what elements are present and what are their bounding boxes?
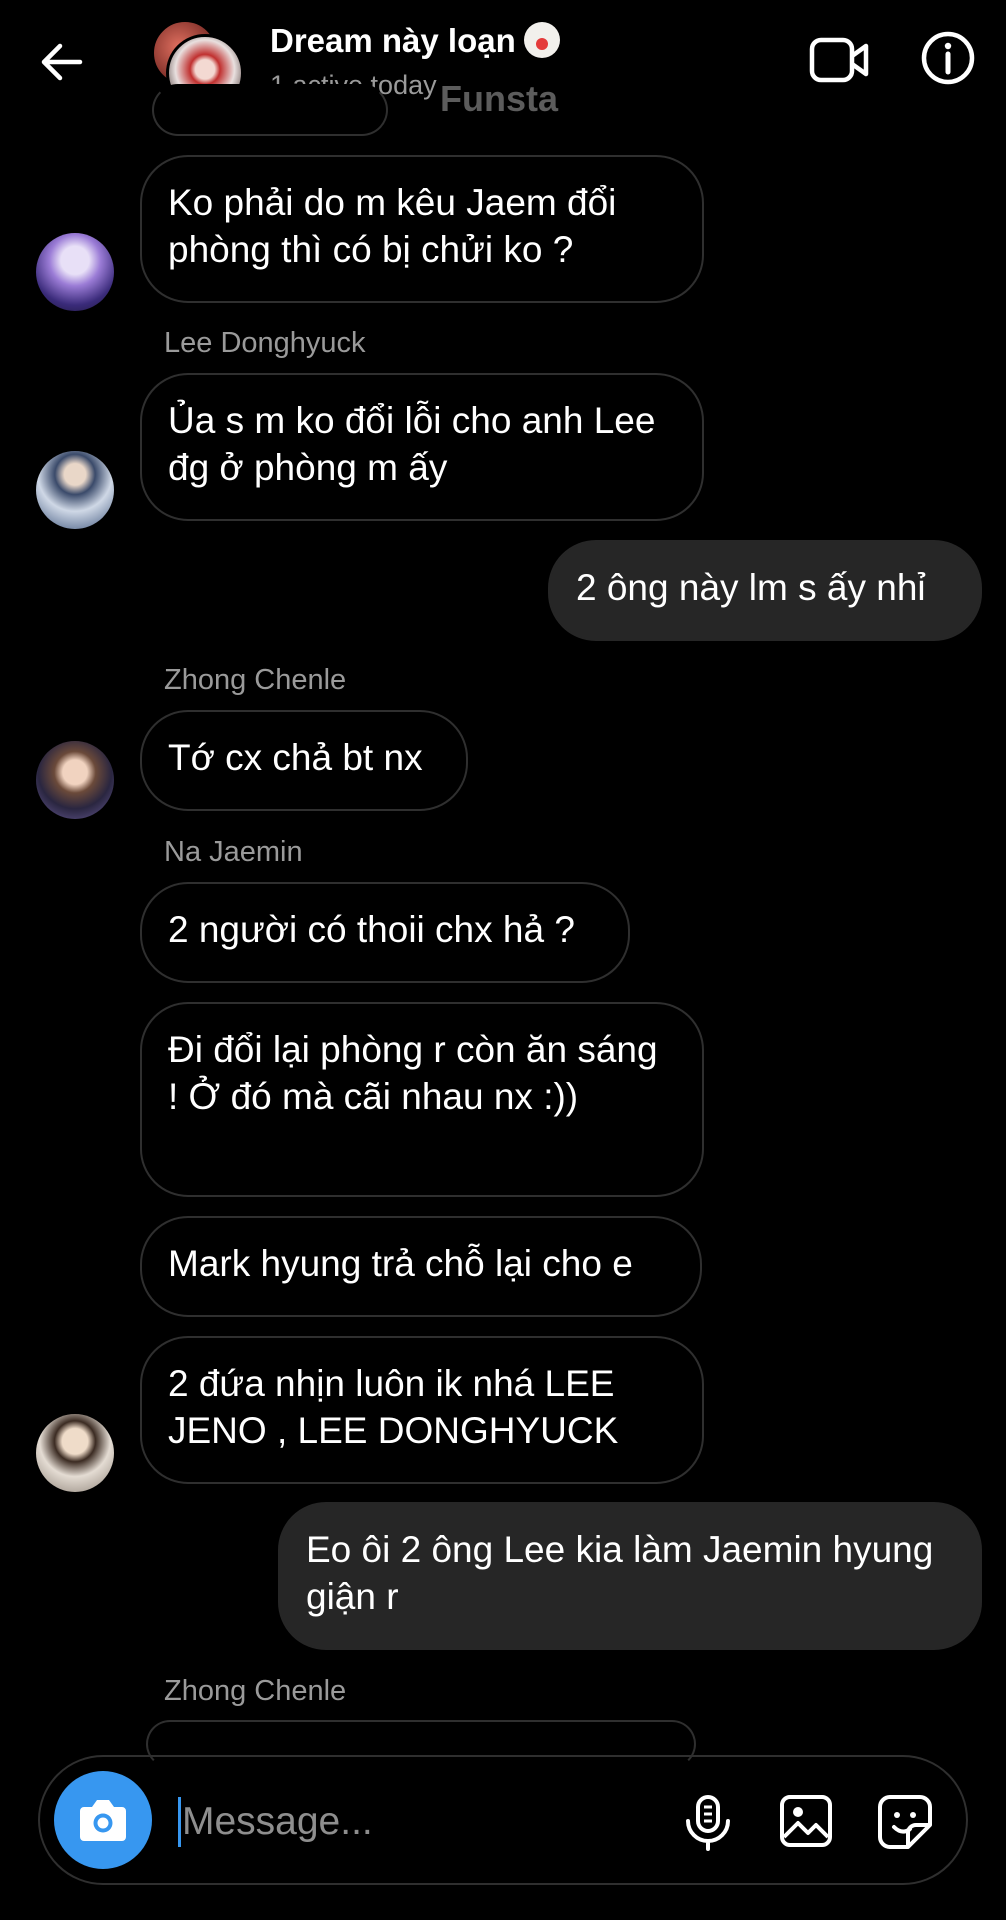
camera-button[interactable] — [54, 1771, 152, 1869]
sender-name: Lee Donghyuck — [164, 327, 366, 359]
microphone-icon[interactable] — [680, 1793, 736, 1853]
message-bubble-outgoing[interactable]: Eo ôi 2 ông Lee kia làm Jaemin hyung giậ… — [278, 1502, 982, 1650]
sticker-icon[interactable] — [876, 1793, 934, 1851]
message-text: Mark hyung trả chỗ lại cho e — [168, 1243, 633, 1284]
message-bubble[interactable]: 2 người có thoii chx hả ? — [140, 882, 630, 983]
message-bubble-outgoing[interactable]: 2 ông này lm s ấy nhỉ — [548, 540, 982, 641]
message-text: 2 người có thoii chx hả ? — [168, 909, 575, 950]
camera-icon — [80, 1800, 126, 1841]
arrow-left-icon[interactable] — [34, 34, 90, 90]
avatar[interactable] — [36, 741, 114, 819]
message-bubble[interactable]: Đi đổi lại phòng r còn ăn sáng ! Ở đó mà… — [140, 1002, 704, 1197]
message-text: Ko phải do m kêu Jaem đổi phòng thì có b… — [168, 182, 617, 270]
info-icon[interactable] — [920, 30, 976, 86]
message-text: Tớ cx chả bt nx — [168, 737, 423, 778]
message-input[interactable] — [180, 1779, 704, 1865]
message-text: Eo ôi 2 ông Lee kia làm Jaemin hyung giậ… — [306, 1529, 934, 1617]
sender-name: Zhong Chenle — [164, 1675, 347, 1707]
message-bubble[interactable] — [152, 84, 388, 136]
message-composer — [38, 1755, 968, 1885]
message-bubble[interactable]: 2 đứa nhịn luôn ik nhá LEE JENO , LEE DO… — [140, 1336, 704, 1484]
chat-header: Dream này loạn 1 active today Funsta — [0, 0, 1006, 120]
message-text: Ủa s m ko đổi lỗi cho anh Lee đg ở phòng… — [168, 400, 656, 488]
avatar[interactable] — [36, 451, 114, 529]
image-icon[interactable] — [778, 1793, 834, 1849]
sender-name: Zhong Chenle — [164, 664, 347, 696]
clown-emoji-icon — [523, 22, 560, 58]
message-bubble[interactable]: Ko phải do m kêu Jaem đổi phòng thì có b… — [140, 155, 704, 303]
video-camera-icon[interactable] — [808, 32, 872, 88]
message-text: Đi đổi lại phòng r còn ăn sáng ! Ở đó mà… — [168, 1029, 658, 1117]
sender-name: Na Jaemin — [164, 836, 303, 868]
message-text: 2 đứa nhịn luôn ik nhá LEE JENO , LEE DO… — [168, 1363, 619, 1451]
message-text: 2 ông này lm s ấy nhỉ — [576, 567, 926, 608]
chat-title[interactable]: Dream này loạn — [270, 22, 560, 60]
message-bubble[interactable]: Ủa s m ko đổi lỗi cho anh Lee đg ở phòng… — [140, 373, 704, 521]
avatar[interactable] — [36, 1414, 114, 1492]
message-bubble[interactable]: Mark hyung trả chỗ lại cho e — [140, 1216, 702, 1317]
watermark: Funsta — [440, 78, 559, 119]
message-bubble[interactable]: Tớ cx chả bt nx — [140, 710, 468, 811]
avatar[interactable] — [36, 233, 114, 311]
